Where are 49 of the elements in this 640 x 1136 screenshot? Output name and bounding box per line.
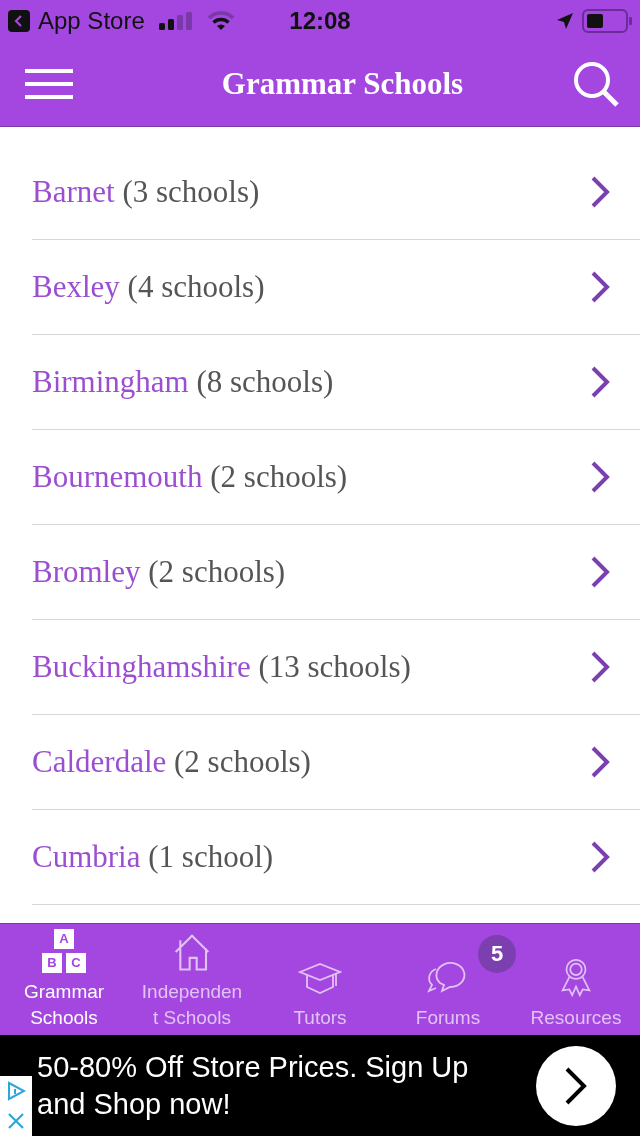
region-name: Buckinghamshire — [32, 649, 251, 684]
region-row[interactable]: Birmingham (8 schools) — [32, 335, 640, 430]
school-count: (2 schools) — [148, 554, 286, 589]
region-row[interactable]: Bexley (4 schools) — [32, 240, 640, 335]
chevron-icon — [590, 175, 610, 209]
menu-icon[interactable] — [25, 69, 73, 99]
ad-info-icon[interactable] — [6, 1081, 26, 1101]
region-name: Bromley — [32, 554, 141, 589]
ad-banner[interactable]: 50-80% Off Store Prices. Sign Up and Shop now! — [0, 1035, 640, 1136]
chevron-icon — [590, 650, 610, 684]
chevron-icon — [590, 270, 610, 304]
wifi-icon — [206, 11, 235, 31]
chevron-icon — [590, 745, 610, 779]
school-count: (2 schools) — [174, 744, 311, 779]
region-name: Calderdale — [32, 744, 167, 779]
signal-icon — [158, 12, 193, 30]
school-count: (4 schools) — [127, 269, 265, 304]
region-row[interactable]: Buckinghamshire (13 schools) — [32, 620, 640, 715]
page-title: Grammar Schools — [221, 66, 464, 102]
region-row[interactable]: Calderdale (2 schools) — [32, 715, 640, 810]
region-row[interactable]: Cumbria (1 school) — [32, 810, 640, 905]
chevron-icon — [590, 460, 610, 494]
school-count: (1 school) — [148, 839, 274, 874]
close-icon[interactable] — [6, 1111, 26, 1131]
region-name: Bexley — [32, 269, 120, 304]
ad-headline: 50-80% Off Store Prices. Sign Up and Shop now! — [37, 1049, 470, 1122]
chevron-icon — [590, 840, 610, 874]
region-row[interactable]: Bromley (2 schools) — [32, 525, 640, 620]
battery-icon — [582, 9, 632, 33]
region-row[interactable]: Barnet (3 schools) — [32, 145, 640, 240]
chevron-right-icon — [564, 1065, 588, 1106]
search-icon[interactable] — [572, 60, 620, 108]
chevron-icon — [590, 555, 610, 589]
back-icon[interactable] — [8, 10, 30, 32]
chevron-icon — [590, 365, 610, 399]
region-name: Bournemouth — [32, 459, 203, 494]
school-count: (8 schools) — [196, 364, 334, 399]
clock: 12:08 — [289, 7, 351, 35]
school-count: (2 schools) — [210, 459, 348, 494]
notification-badge: 5 — [478, 935, 516, 973]
school-count: (13 schools) — [258, 649, 411, 684]
location-icon — [556, 12, 574, 30]
region-name: Barnet — [32, 174, 115, 209]
region-name: Cumbria — [32, 839, 141, 874]
school-count: (3 schools) — [122, 174, 260, 209]
tab[interactable]: A B C Grammar Schools — [0, 924, 128, 1035]
region-name: Birmingham — [32, 364, 189, 399]
region-row[interactable]: Bournemouth (2 schools) — [32, 430, 640, 525]
back-app-label[interactable]: App Store — [38, 7, 145, 35]
